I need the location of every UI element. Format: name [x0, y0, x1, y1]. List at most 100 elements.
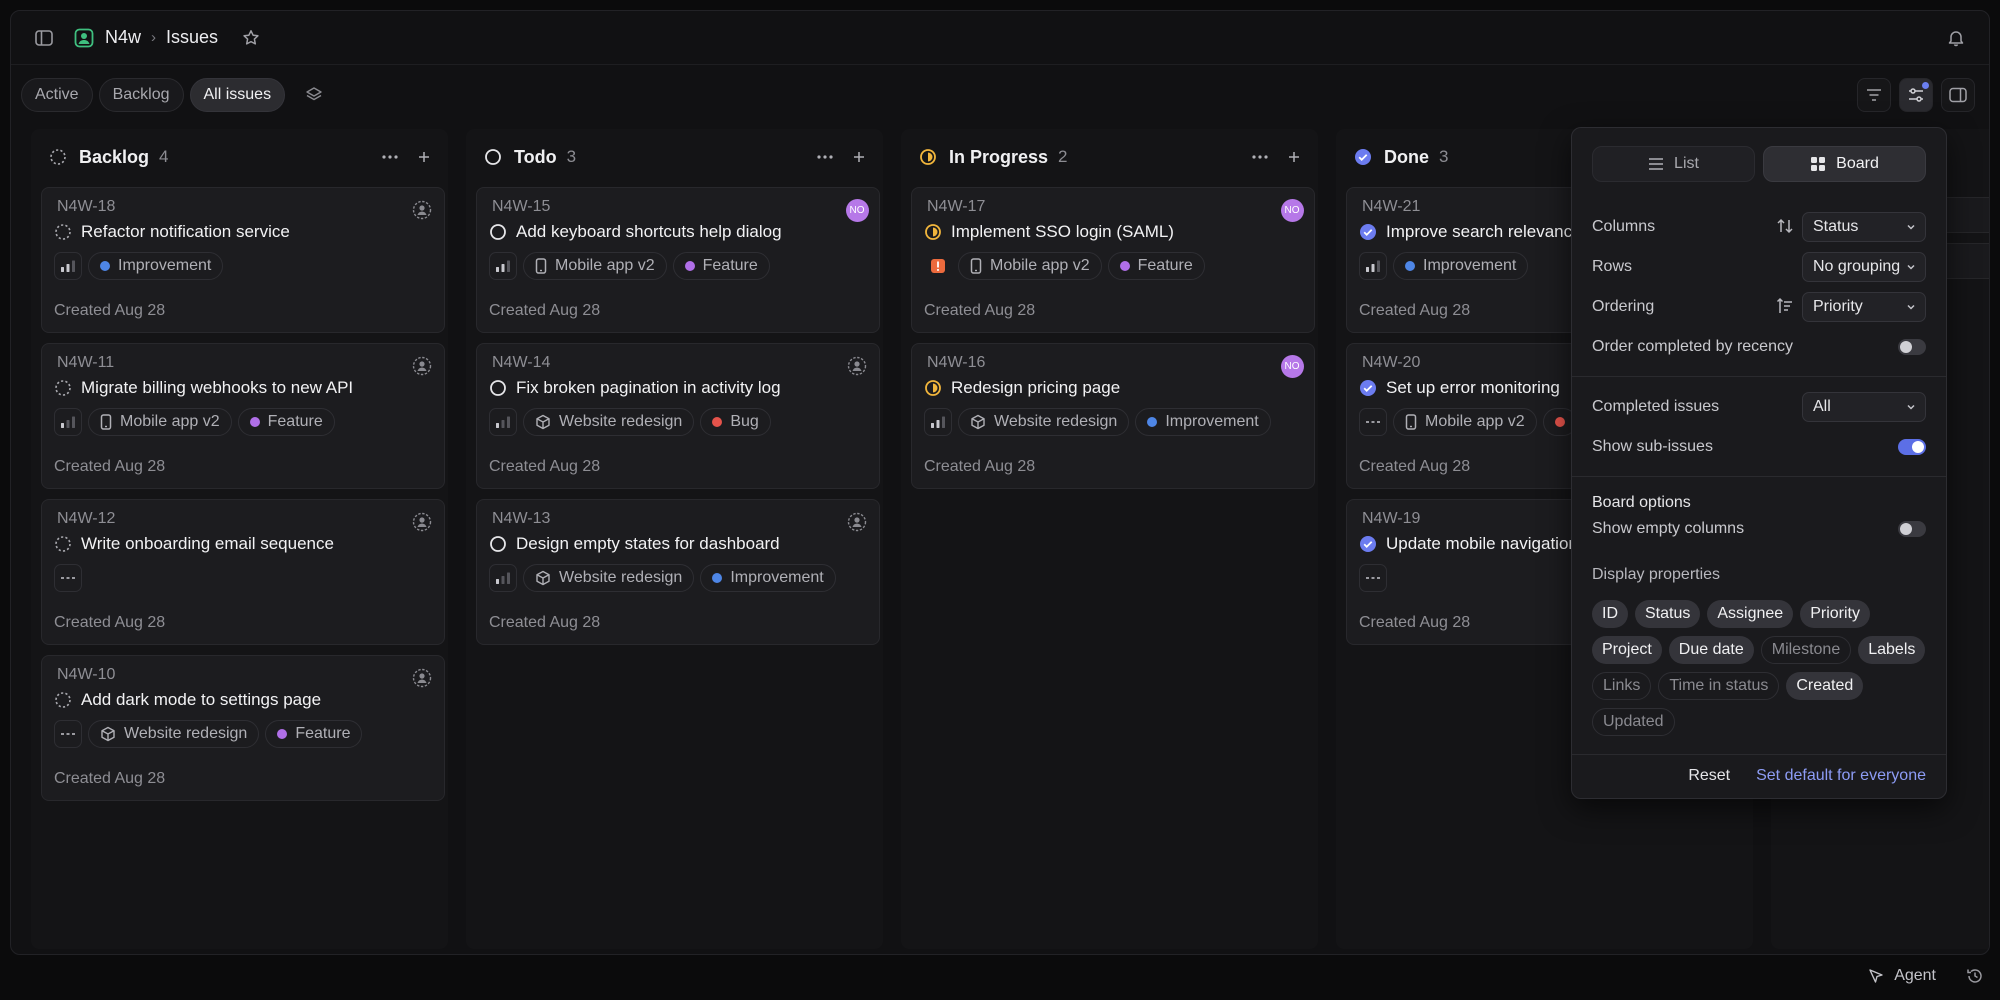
display-property-created[interactable]: Created — [1786, 672, 1864, 700]
priority-none-icon[interactable] — [1359, 564, 1387, 592]
bell-icon[interactable] — [1939, 21, 1973, 55]
label-chip[interactable]: Feature — [1107, 252, 1205, 280]
ordering-select[interactable]: Priority — [1802, 292, 1926, 322]
assignee-avatar[interactable]: NO — [1280, 354, 1304, 378]
assignee-avatar[interactable]: NO — [845, 198, 869, 222]
empty-columns-toggle[interactable] — [1898, 521, 1926, 537]
display-property-updated[interactable]: Updated — [1592, 708, 1675, 736]
plus-icon[interactable] — [847, 143, 871, 171]
project-chip[interactable]: Website redesign — [958, 408, 1130, 436]
reset-button[interactable]: Reset — [1688, 767, 1730, 785]
completed-issues-select[interactable]: All — [1802, 392, 1926, 422]
priority-low-icon[interactable] — [489, 564, 517, 592]
project-chip[interactable]: Mobile app v2 — [523, 252, 667, 280]
display-property-time-in-status[interactable]: Time in status — [1658, 672, 1780, 700]
view-tab-active[interactable]: Active — [21, 78, 93, 112]
page-title[interactable]: Issues — [166, 27, 218, 48]
priority-urgent-icon[interactable] — [924, 252, 952, 280]
star-icon[interactable] — [242, 29, 260, 47]
issue-card[interactable]: N4W-11 Migrate billing webhooks to new AP… — [41, 343, 445, 489]
more-icon[interactable] — [813, 143, 837, 171]
sidebar-toggle-icon[interactable] — [27, 21, 61, 55]
issue-created: Created Aug 28 — [924, 458, 1036, 475]
priority-none-icon[interactable] — [54, 720, 82, 748]
more-icon[interactable] — [378, 143, 402, 171]
priority-medium-icon[interactable] — [1359, 252, 1387, 280]
display-property-assignee[interactable]: Assignee — [1707, 600, 1794, 628]
priority-medium-icon[interactable] — [924, 408, 952, 436]
cube-icon — [535, 414, 551, 430]
issue-card[interactable]: N4W-14 Fix broken pagination in activity … — [476, 343, 880, 489]
display-property-id[interactable]: ID — [1592, 600, 1628, 628]
list-layout-button[interactable]: List — [1592, 146, 1755, 182]
board-layout-button[interactable]: Board — [1763, 146, 1926, 182]
unassigned-icon[interactable] — [410, 198, 434, 222]
set-default-button[interactable]: Set default for everyone — [1756, 767, 1926, 785]
issue-card[interactable]: N4W-13 Design empty states for dashboard W… — [476, 499, 880, 645]
todo-status-icon — [490, 536, 506, 552]
label-chip[interactable]: Bug — [700, 408, 771, 436]
display-property-milestone[interactable]: Milestone — [1760, 636, 1852, 664]
sort-descending-icon[interactable] — [1776, 297, 1794, 320]
todo-status-icon — [490, 380, 506, 396]
view-tab-backlog[interactable]: Backlog — [98, 78, 184, 112]
priority-medium-icon[interactable] — [489, 252, 517, 280]
display-property-status[interactable]: Status — [1635, 600, 1701, 628]
unassigned-icon[interactable] — [845, 354, 869, 378]
todo-status-icon — [485, 149, 501, 165]
unassigned-icon[interactable] — [410, 354, 434, 378]
issue-card[interactable]: N4W-18 Refactor notification service Impro… — [41, 187, 445, 333]
display-options-icon[interactable] — [1899, 78, 1933, 112]
plus-icon[interactable] — [412, 143, 436, 171]
issue-card[interactable]: N4W-10 Add dark mode to settings page Webs… — [41, 655, 445, 801]
display-property-due-date[interactable]: Due date — [1668, 636, 1754, 664]
label-chip[interactable]: Feature — [237, 408, 335, 436]
priority-medium-icon[interactable] — [54, 252, 82, 280]
unassigned-icon[interactable] — [845, 510, 869, 534]
label-chip[interactable]: Improvement — [700, 564, 836, 592]
project-chip[interactable]: Website redesign — [523, 408, 695, 436]
issue-card[interactable]: N4W-12 Write onboarding email sequence Cre… — [41, 499, 445, 645]
display-property-labels[interactable]: Labels — [1858, 636, 1926, 664]
label-chip[interactable]: Improvement — [88, 252, 224, 280]
rows-select[interactable]: No grouping — [1802, 252, 1926, 282]
label-chip[interactable]: Improvement — [1393, 252, 1529, 280]
project-chip[interactable]: Mobile app v2 — [88, 408, 232, 436]
label-chip[interactable]: Feature — [672, 252, 770, 280]
filter-icon[interactable] — [1857, 78, 1891, 112]
display-property-project[interactable]: Project — [1592, 636, 1662, 664]
agent-button[interactable]: Agent — [1868, 967, 1936, 985]
unassigned-icon[interactable] — [410, 666, 434, 690]
issue-card[interactable]: N4W-17 Implement SSO login (SAML) Mobile a… — [911, 187, 1315, 333]
display-property-priority[interactable]: Priority — [1800, 600, 1870, 628]
swap-icon[interactable] — [1776, 217, 1794, 240]
issue-title-row: Refactor notification service — [54, 222, 432, 242]
more-icon[interactable] — [1248, 143, 1272, 171]
unassigned-icon[interactable] — [410, 510, 434, 534]
project-chip[interactable]: Website redesign — [88, 720, 260, 748]
order-completed-toggle[interactable] — [1898, 339, 1926, 355]
display-property-links[interactable]: Links — [1592, 672, 1652, 700]
priority-none-icon[interactable] — [1359, 408, 1387, 436]
project-chip[interactable]: Mobile app v2 — [1393, 408, 1537, 436]
project-name: Website redesign — [559, 413, 683, 430]
project-chip[interactable]: Mobile app v2 — [958, 252, 1102, 280]
priority-low-icon[interactable] — [54, 408, 82, 436]
sub-issues-toggle[interactable] — [1898, 439, 1926, 455]
plus-icon[interactable] — [1282, 143, 1306, 171]
issue-card[interactable]: N4W-16 Redesign pricing page Website redes… — [911, 343, 1315, 489]
label-chip[interactable]: Improvement — [1135, 408, 1271, 436]
details-panel-icon[interactable] — [1941, 78, 1975, 112]
priority-none-icon[interactable] — [54, 564, 82, 592]
priority-low-icon[interactable] — [489, 408, 517, 436]
assignee-avatar[interactable]: NO — [1280, 198, 1304, 222]
breadcrumb-team[interactable]: N4w — [105, 27, 141, 48]
view-tab-all-issues[interactable]: All issues — [189, 78, 286, 112]
completed-issues-value: All — [1813, 398, 1831, 415]
history-icon[interactable] — [1966, 967, 1984, 990]
columns-select[interactable]: Status — [1802, 212, 1926, 242]
issue-card[interactable]: N4W-15 Add keyboard shortcuts help dialog… — [476, 187, 880, 333]
project-chip[interactable]: Website redesign — [523, 564, 695, 592]
label-chip[interactable]: Feature — [265, 720, 363, 748]
layers-icon[interactable] — [297, 78, 331, 112]
